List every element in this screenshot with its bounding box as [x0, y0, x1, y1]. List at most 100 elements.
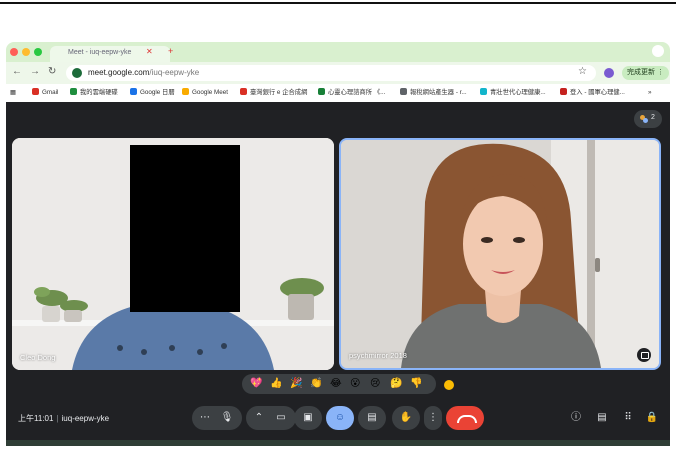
present-icon: ▣: [303, 412, 313, 423]
host-controls-icon[interactable]: 🔒: [644, 410, 660, 426]
mic-control-group: ⋯ 🎙: [192, 406, 242, 430]
mic-options-icon[interactable]: ⋯: [198, 410, 212, 426]
end-call-button[interactable]: [446, 406, 484, 430]
tab-search-icon[interactable]: [652, 45, 664, 57]
reaction-surprised[interactable]: 😮: [350, 377, 360, 391]
tool-icon: [400, 88, 407, 95]
info-icon[interactable]: ⓘ: [568, 410, 584, 426]
update-button-label: 完成更新: [627, 69, 655, 76]
activities-icon[interactable]: ⠿: [620, 410, 636, 426]
meeting-time: 上午11:01: [18, 414, 54, 423]
globe-icon: [480, 88, 487, 95]
bookmark-label: 我的雲端硬碟: [80, 89, 118, 96]
site-info-icon[interactable]: [72, 68, 82, 78]
end-call-icon: [457, 415, 477, 423]
present-button[interactable]: ▣: [294, 406, 322, 430]
desktop-strip: [6, 440, 670, 446]
participants-chip[interactable]: 2: [634, 110, 662, 128]
drive-icon: [70, 88, 77, 95]
bookmark-item[interactable]: 報稅網站產生器 - r...: [400, 87, 467, 99]
gmail-icon: [32, 88, 39, 95]
more-options-button[interactable]: ⋮: [424, 406, 442, 430]
bookmark-item[interactable]: 臺灣銀行 e 企合成網: [240, 87, 307, 99]
bookmark-label: 青壯世代心理健康...: [490, 89, 546, 96]
bookmark-item[interactable]: 青壯世代心理健康...: [480, 87, 546, 99]
video-feed-left: [12, 138, 334, 370]
bookmark-label: 登入 - 國軍心理健...: [570, 89, 625, 96]
forward-icon[interactable]: →: [30, 66, 40, 77]
reaction-laugh[interactable]: 😂: [330, 377, 342, 391]
raise-hand-button[interactable]: ✋: [392, 406, 420, 430]
reload-icon[interactable]: ↻: [48, 66, 56, 77]
bookmark-item[interactable]: 登入 - 國軍心理健...: [560, 87, 625, 99]
bookmark-item[interactable]: 心靈心理諮商所 《...: [318, 87, 385, 99]
participant-name-right: psychmirror 2018: [349, 351, 407, 360]
participant-count: 2: [651, 114, 655, 121]
url-host: meet.google.com: [88, 68, 150, 77]
update-button[interactable]: 完成更新 ⋮: [622, 66, 669, 80]
meet-icon: [182, 88, 189, 95]
camera-icon[interactable]: ▭: [272, 410, 290, 426]
reaction-sad[interactable]: 😢: [370, 377, 380, 391]
reaction-clap[interactable]: 👏: [310, 377, 322, 391]
profile-avatar[interactable]: [604, 68, 614, 78]
bookmark-label: Gmail: [42, 89, 59, 96]
emoji-icon: ☺: [334, 412, 346, 423]
bank-icon: [240, 88, 247, 95]
raise-hand-icon: ✋: [399, 412, 413, 423]
bookmark-label: 心靈心理諮商所 《...: [328, 89, 386, 96]
more-bookmarks-icon[interactable]: »: [648, 87, 652, 99]
url-path: /iuq-eepw-yke: [149, 68, 200, 77]
reaction-heart[interactable]: 💖: [250, 377, 262, 391]
meeting-code: iuq-eepw-yke: [61, 414, 110, 423]
bookmark-label: 臺灣銀行 e 企合成網: [250, 89, 308, 96]
captions-button[interactable]: ▤: [358, 406, 386, 430]
new-tab-icon[interactable]: +: [168, 46, 173, 56]
site-icon: [560, 88, 567, 95]
bookmark-label: 報稅網站產生器 - r...: [410, 89, 467, 96]
emoji-button[interactable]: ☺: [326, 406, 354, 430]
reaction-party[interactable]: 🎉: [290, 377, 302, 391]
star-icon[interactable]: ☆: [578, 66, 587, 77]
camera-control-group: ⌃ ▭: [246, 406, 296, 430]
camera-options-icon[interactable]: ⌃: [252, 410, 266, 426]
bookmark-item[interactable]: Google 日曆: [130, 87, 175, 99]
close-window-icon[interactable]: [10, 48, 18, 56]
reaction-thumbs-down[interactable]: 👎: [410, 377, 422, 391]
video-feed-right: [341, 140, 659, 368]
sheet-icon: [318, 88, 325, 95]
browser-tab-strip: Meet - iuq-eepw-yke ✕ +: [6, 42, 670, 62]
more-icon: ⋮: [428, 412, 438, 423]
tab-title: Meet - iuq-eepw-yke: [68, 49, 132, 56]
skin-tone-picker-icon[interactable]: [444, 380, 454, 390]
avatar: [643, 118, 648, 123]
bookmark-item[interactable]: 我的雲端硬碟: [70, 87, 118, 99]
tab-close-icon[interactable]: ✕: [146, 47, 153, 56]
bookmark-label: Google 日曆: [140, 89, 175, 96]
chat-icon[interactable]: ▤: [594, 410, 610, 426]
screenshot-top-border: [0, 2, 676, 4]
url-input[interactable]: meet.google.com/iuq-eepw-yke: [66, 65, 596, 81]
reactions-bar: 💖 👍 🎉 👏 😂 😮 😢 🤔 👎: [242, 374, 436, 394]
video-tile-left[interactable]: Cleo Dong: [12, 138, 334, 370]
apps-grid-icon[interactable]: ▦: [10, 87, 16, 99]
participant-name-left: Cleo Dong: [20, 353, 56, 362]
minimize-window-icon[interactable]: [22, 48, 30, 56]
captions-icon: ▤: [367, 412, 377, 423]
calendar-icon: [130, 88, 137, 95]
reaction-thumbs-up[interactable]: 👍: [270, 377, 282, 391]
mic-icon[interactable]: 🎙: [218, 410, 236, 426]
tile-options-icon[interactable]: [637, 348, 651, 362]
bookmark-item[interactable]: Gmail: [32, 87, 58, 99]
reaction-thinking[interactable]: 🤔: [390, 377, 402, 391]
bookmark-label: Google Meet: [192, 89, 229, 96]
address-bar-row: ← → ↻ meet.google.com/iuq-eepw-yke ☆ 完成更…: [6, 62, 670, 84]
bookmark-item[interactable]: Google Meet: [182, 87, 228, 99]
back-icon[interactable]: ←: [12, 66, 22, 77]
info-separator: |: [56, 414, 59, 423]
url-text: meet.google.com/iuq-eepw-yke: [88, 68, 199, 77]
maximize-window-icon[interactable]: [34, 48, 42, 56]
meeting-info: 上午11:01 | iuq-eepw-yke: [18, 413, 109, 424]
bookmarks-bar: ▦ Gmail 我的雲端硬碟 Google 日曆 Google Meet 臺灣銀…: [6, 84, 670, 102]
video-tile-right[interactable]: psychmirror 2018: [339, 138, 661, 370]
